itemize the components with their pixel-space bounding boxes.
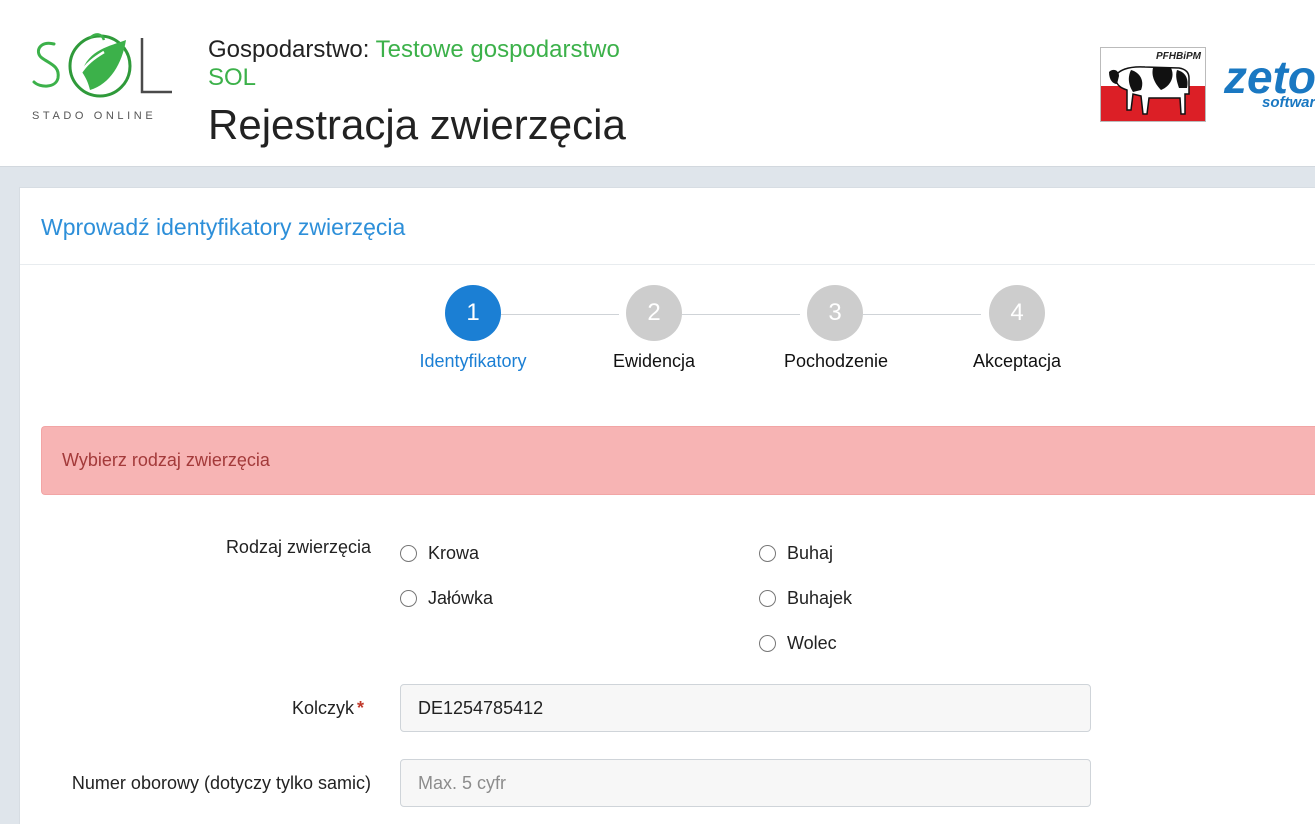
farm-label: Gospodarstwo: bbox=[208, 36, 370, 63]
step-1-circle[interactable]: 1 bbox=[445, 285, 501, 341]
step-4-circle[interactable]: 4 bbox=[989, 285, 1045, 341]
animal-type-label: Rodzaj zwierzęcia bbox=[225, 537, 371, 557]
step-4-label[interactable]: Akceptacja bbox=[932, 351, 1102, 372]
zeto-logo[interactable]: zeto software bbox=[1222, 50, 1315, 110]
app-header: STADO ONLINE Gospodarstwo: Testowe gospo… bbox=[0, 0, 1315, 167]
radio-button[interactable] bbox=[400, 590, 417, 607]
radio-buhajek[interactable]: Buhajek bbox=[759, 588, 852, 609]
panel-header: Wprowadź identyfikatory zwierzęcia bbox=[20, 188, 1315, 265]
radio-label: Wolec bbox=[787, 633, 837, 653]
step-connector bbox=[501, 314, 619, 315]
radio-jalowka[interactable]: Jałówka bbox=[400, 588, 493, 609]
step-3-label[interactable]: Pochodzenie bbox=[751, 351, 921, 372]
logo-subtitle: STADO ONLINE bbox=[32, 110, 157, 122]
registration-panel: Wprowadź identyfikatory zwierzęcia 1 2 3… bbox=[19, 187, 1315, 824]
page-title: Rejestracja zwierzęcia bbox=[208, 101, 626, 148]
herd-number-input[interactable] bbox=[400, 759, 1091, 807]
ear-tag-label: Kolczyk * bbox=[292, 698, 364, 719]
herd-number-label: Numer oborowy (dotyczy tylko samic) bbox=[71, 773, 371, 793]
farm-info: Gospodarstwo: Testowe gospodarstwo SOL bbox=[208, 36, 648, 92]
radio-button[interactable] bbox=[759, 590, 776, 607]
step-1-label[interactable]: Identyfikatory bbox=[388, 351, 558, 372]
radio-wolec[interactable]: Wolec bbox=[759, 633, 837, 654]
radio-button[interactable] bbox=[759, 635, 776, 652]
required-mark: * bbox=[356, 698, 364, 718]
ear-tag-input[interactable] bbox=[400, 684, 1091, 732]
sol-logo[interactable]: STADO ONLINE bbox=[30, 30, 180, 130]
zeto-logo-sub: software bbox=[1262, 94, 1315, 110]
step-2-label[interactable]: Ewidencja bbox=[569, 351, 739, 372]
radio-krowa[interactable]: Krowa bbox=[400, 543, 479, 564]
radio-label: Krowa bbox=[428, 543, 480, 563]
step-connector bbox=[682, 314, 800, 315]
step-2-circle[interactable]: 2 bbox=[626, 285, 682, 341]
alert-text: Wybierz rodzaj zwierzęcia bbox=[62, 450, 270, 470]
radio-button[interactable] bbox=[400, 545, 417, 562]
panel-title: Wprowadź identyfikatory zwierzęcia bbox=[41, 214, 406, 240]
sol-logo-icon bbox=[32, 33, 172, 98]
step-connector bbox=[863, 314, 981, 315]
radio-buhaj[interactable]: Buhaj bbox=[759, 543, 833, 564]
radio-label: Buhaj bbox=[787, 543, 834, 563]
cow-icon bbox=[1109, 66, 1190, 115]
radio-label: Buhajek bbox=[787, 588, 853, 608]
radio-button[interactable] bbox=[759, 545, 776, 562]
error-alert: Wybierz rodzaj zwierzęcia bbox=[41, 426, 1315, 495]
step-3-circle[interactable]: 3 bbox=[807, 285, 863, 341]
radio-label: Jałówka bbox=[428, 588, 494, 608]
pfhbipm-logo[interactable]: PFHBiPM bbox=[1100, 47, 1206, 122]
ear-tag-label-text: Kolczyk bbox=[291, 698, 354, 718]
